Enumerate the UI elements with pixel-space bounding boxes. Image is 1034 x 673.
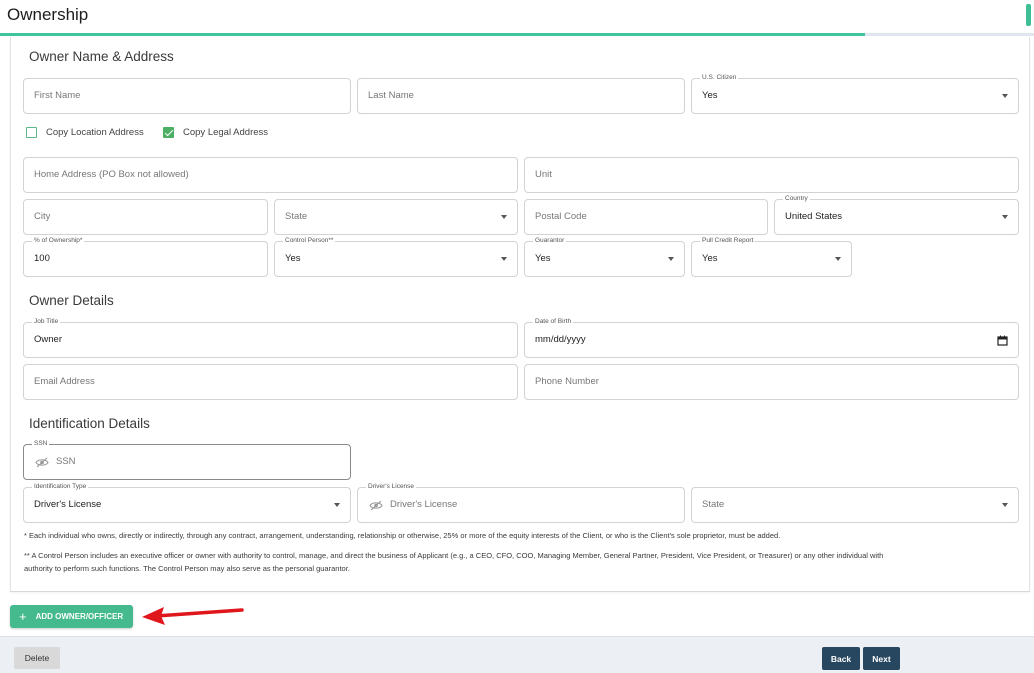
country-select[interactable]: Country United States [774,194,1019,235]
city-input[interactable]: City [23,199,268,235]
pull-credit-select[interactable]: Pull Credit Report Yes [691,236,852,277]
unit-input[interactable]: Unit [524,157,1019,193]
control-person-footnote-line1: ** A Control Person includes an executiv… [24,551,884,560]
drivers-license-label: Driver's License [366,482,417,492]
date-of-birth-value: mm/dd/yyyy [535,334,586,345]
footer-bar: Delete Back Next [0,636,1034,673]
postal-code-input[interactable]: Postal Code [524,199,768,235]
city-placeholder: City [34,211,51,222]
ownership-percent-input[interactable]: % of Ownership* 100 [23,236,268,277]
control-person-value: Yes [285,253,301,264]
chevron-down-icon [1002,503,1008,507]
eye-off-icon[interactable] [35,457,49,468]
copy-legal-checkbox[interactable]: Copy Legal Address [163,127,268,138]
job-title-label: Job Title [32,317,61,327]
us-citizen-value: Yes [702,90,718,101]
pull-credit-label: Pull Credit Report [700,236,756,246]
copy-legal-label: Copy Legal Address [183,127,269,138]
first-name-input[interactable]: First Name [23,78,351,114]
first-name-placeholder: First Name [34,90,81,101]
identification-type-value: Driver's License [34,499,102,510]
country-value: United States [785,211,843,222]
phone-number-input[interactable]: Phone Number [524,364,1019,400]
add-owner-officer-label: ADD OWNER/OFFICER [35,612,124,621]
page-title: Ownership [7,5,89,24]
unit-placeholder: Unit [535,169,552,180]
guarantor-select[interactable]: Guarantor Yes [524,236,685,277]
check-icon[interactable] [163,127,174,138]
ssn-label: SSN [32,439,50,449]
progress-bar [0,33,1034,36]
home-address-input[interactable]: Home Address (PO Box not allowed) [23,157,518,193]
guarantor-value: Yes [535,253,551,264]
postal-code-placeholder: Postal Code [535,211,587,222]
drivers-license-placeholder: Driver's License [390,499,458,510]
chevron-down-icon [668,257,674,261]
chevron-down-icon [1002,215,1008,219]
ownership-percent-label: % of Ownership* [32,236,85,246]
identification-type-label: Identification Type [32,482,89,492]
add-owner-officer-button[interactable]: + ADD OWNER/OFFICER [10,605,133,628]
chevron-down-icon [835,257,841,261]
drivers-license-input[interactable]: Driver's License Driver's License [357,482,685,523]
job-title-value: Owner [34,334,62,345]
control-person-label: Control Person** [283,236,336,246]
side-tab-marker[interactable] [1026,4,1031,26]
ssn-input[interactable]: SSN SSN [23,439,351,480]
eye-off-icon[interactable] [369,500,383,511]
state-select[interactable]: State [274,199,518,235]
ownership-form-card: Owner Name & Address First Name Last Nam… [10,37,1030,592]
chevron-down-icon [334,503,340,507]
plus-icon: + [19,608,27,624]
ownership-footnote: * Each individual who owns, directly or … [24,531,781,540]
last-name-placeholder: Last Name [368,90,414,101]
us-citizen-label: U.S. Citizen [700,73,739,83]
copy-location-label: Copy Location Address [46,127,144,138]
id-state-placeholder: State [702,499,725,510]
ssn-placeholder: SSN [56,456,76,467]
phone-number-placeholder: Phone Number [535,376,599,387]
back-button[interactable]: Back [822,647,860,670]
next-button[interactable]: Next [863,647,900,670]
date-of-birth-label: Date of Birth [533,317,574,327]
country-label: Country [783,194,810,204]
annotation-arrow-icon [142,607,244,625]
control-person-select[interactable]: Control Person** Yes [274,236,518,277]
job-title-input[interactable]: Job Title Owner [23,317,518,358]
identification-type-select[interactable]: Identification Type Driver's License [23,482,351,523]
progress-bar-fill [0,33,866,36]
copy-location-checkbox[interactable]: Copy Location Address [26,127,144,138]
id-state-select[interactable]: State [691,487,1019,523]
pull-credit-value: Yes [702,253,718,264]
delete-button[interactable]: Delete [14,647,60,669]
email-address-input[interactable]: Email Address [23,364,518,400]
section-title-owner-details: Owner Details [29,293,114,308]
state-placeholder: State [285,211,308,222]
checkbox-unchecked-icon[interactable] [26,127,37,138]
calendar-icon[interactable] [997,335,1008,346]
control-person-footnote-line2: authority to perform such functions. The… [24,564,350,573]
page-header: Ownership [0,0,1034,34]
chevron-down-icon [501,215,507,219]
chevron-down-icon [501,257,507,261]
ownership-percent-value: 100 [34,253,50,264]
guarantor-label: Guarantor [533,236,567,246]
us-citizen-select[interactable]: U.S. Citizen Yes [691,73,1019,114]
email-address-placeholder: Email Address [34,376,95,387]
last-name-input[interactable]: Last Name [357,78,685,114]
home-address-placeholder: Home Address (PO Box not allowed) [34,169,189,180]
section-title-identification-details: Identification Details [29,416,150,431]
chevron-down-icon [1002,94,1008,98]
section-title-owner-name-address: Owner Name & Address [29,49,174,64]
date-of-birth-input[interactable]: Date of Birth mm/dd/yyyy [524,317,1019,358]
